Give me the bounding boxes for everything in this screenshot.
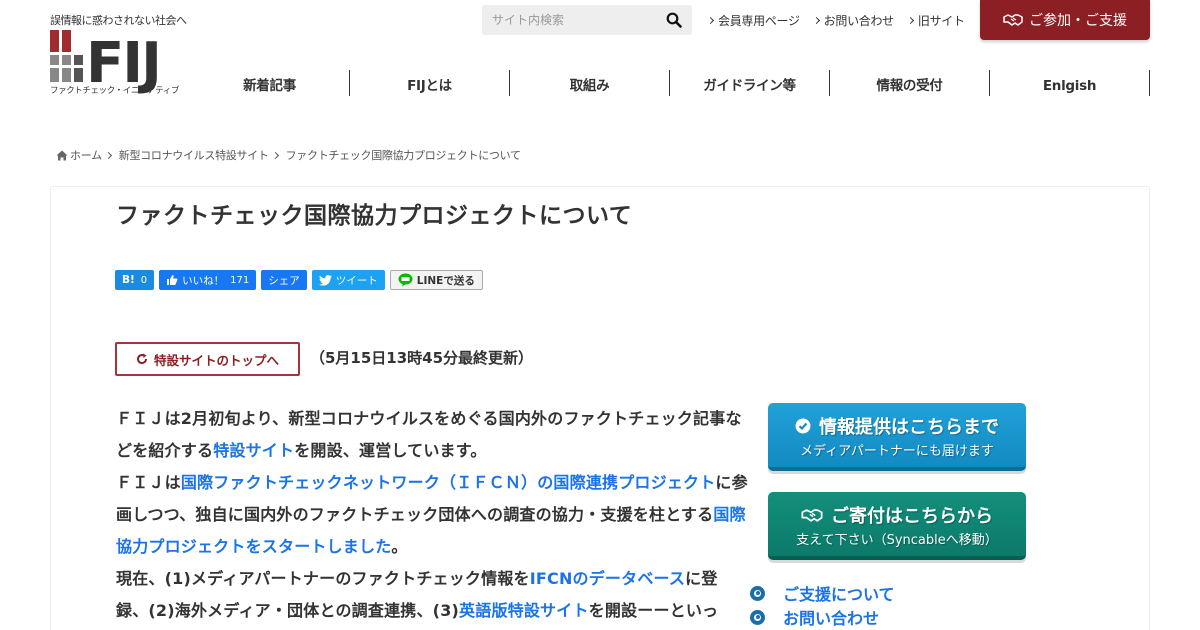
share-buttons: B! 0 いいね！ 171 シェア ツイート LINEで送る [115,270,483,290]
tweet-button[interactable]: ツイート [311,270,385,290]
breadcrumb-home[interactable]: ホーム [56,147,102,163]
chevron-right-icon [906,16,914,25]
chevron-right-icon [104,151,112,159]
info-submission-button[interactable]: 情報提供はこちらまで メディアパートナーにも届けます [768,403,1026,471]
hatena-bookmark-button[interactable]: B! 0 [115,270,155,290]
search-icon[interactable] [666,12,682,28]
contact-link[interactable]: お問い合わせ [812,12,894,29]
thumbs-up-icon [167,275,178,285]
chevron-right-icon [706,16,715,25]
nav-activities[interactable]: 取組み [510,70,670,96]
special-site-top-button[interactable]: 特設サイトのトップへ [115,342,300,376]
twitter-bird-icon [318,274,332,286]
bullet-circle-icon [750,585,765,601]
article-paragraph: 現在、(1)メディアパートナーのファクトチェック情報をIFCNのデータベースに登… [116,569,719,620]
donate-button[interactable]: ご寄付はこちらから 支えて下さい（Syncableへ移動） [768,492,1026,560]
ifcn-database-link[interactable]: IFCNのデータベース [530,569,685,588]
breadcrumb: ホーム 新型コロナウイルス特設サイト ファクトチェック国際協力プロジェクトについ… [56,147,521,163]
bullet-circle-icon [750,609,765,625]
check-circle-icon [795,418,811,434]
join-support-button[interactable]: ご参加・ご支援 [980,0,1150,40]
line-send-button[interactable]: LINEで送る [389,270,483,290]
page-title: ファクトチェック国際協力プロジェクトについて [116,203,633,229]
chevron-right-icon [271,151,279,159]
handshake-icon [1003,14,1023,26]
search-input[interactable] [482,13,652,27]
line-icon [398,273,413,287]
ifcn-project-link[interactable]: 国際ファクトチェックネットワーク（ＩＦＣＮ）の国際連携プロジェクト [181,473,716,492]
global-nav: 新着記事 FIJとは 取組み ガイドライン等 情報の受付 Enlgish [190,70,1150,96]
site-search [482,5,692,35]
chevron-right-icon [812,16,820,25]
nav-news[interactable]: 新着記事 [190,70,350,96]
nav-about[interactable]: FIJとは [350,70,510,96]
article-paragraph: ＦＩＪは国際ファクトチェックネットワーク（ＩＦＣＮ）の国際連携プロジェクトに参画… [116,473,748,556]
sidebar-contact-link[interactable]: お問い合わせ [750,605,895,629]
member-page-link[interactable]: 会員専用ページ [706,12,800,29]
article-paragraph: ＦＩＪは2月初旬より、新型コロナウイルスをめぐる国内外のファクトチェック記事など… [116,409,742,460]
support-info-link[interactable]: ご支援について [750,581,895,605]
breadcrumb-covid-site[interactable]: 新型コロナウイルス特設サイト [119,147,269,163]
nav-guidelines[interactable]: ガイドライン等 [670,70,830,96]
old-site-link[interactable]: 旧サイト [906,12,965,29]
special-site-link[interactable]: 特設サイト [213,441,294,460]
facebook-share-button[interactable]: シェア [261,270,307,290]
site-tagline: 誤情報に惑わされない社会へ [50,14,187,27]
breadcrumb-current: ファクトチェック国際協力プロジェクトについて [285,149,521,162]
english-site-link[interactable]: 英語版特設サイト [459,601,589,620]
home-icon [56,150,68,160]
logo-subtitle: ファクトチェック・イニシアティブ [50,86,179,96]
utility-links: 会員専用ページ お問い合わせ 旧サイト [706,12,965,29]
facebook-like-button[interactable]: いいね！ 171 [159,270,257,290]
nav-info-reception[interactable]: 情報の受付 [830,70,990,96]
last-updated-text: （5月15日13時45分最終更新） [310,349,534,367]
sidebar-links: ご支援について お問い合わせ [750,581,895,629]
refresh-icon [137,353,147,365]
handshake-icon [801,508,823,522]
nav-english[interactable]: Enlgish [990,70,1150,96]
article-body: ＦＩＪは2月初旬より、新型コロナウイルスをめぐる国内外のファクトチェック記事など… [116,403,748,627]
